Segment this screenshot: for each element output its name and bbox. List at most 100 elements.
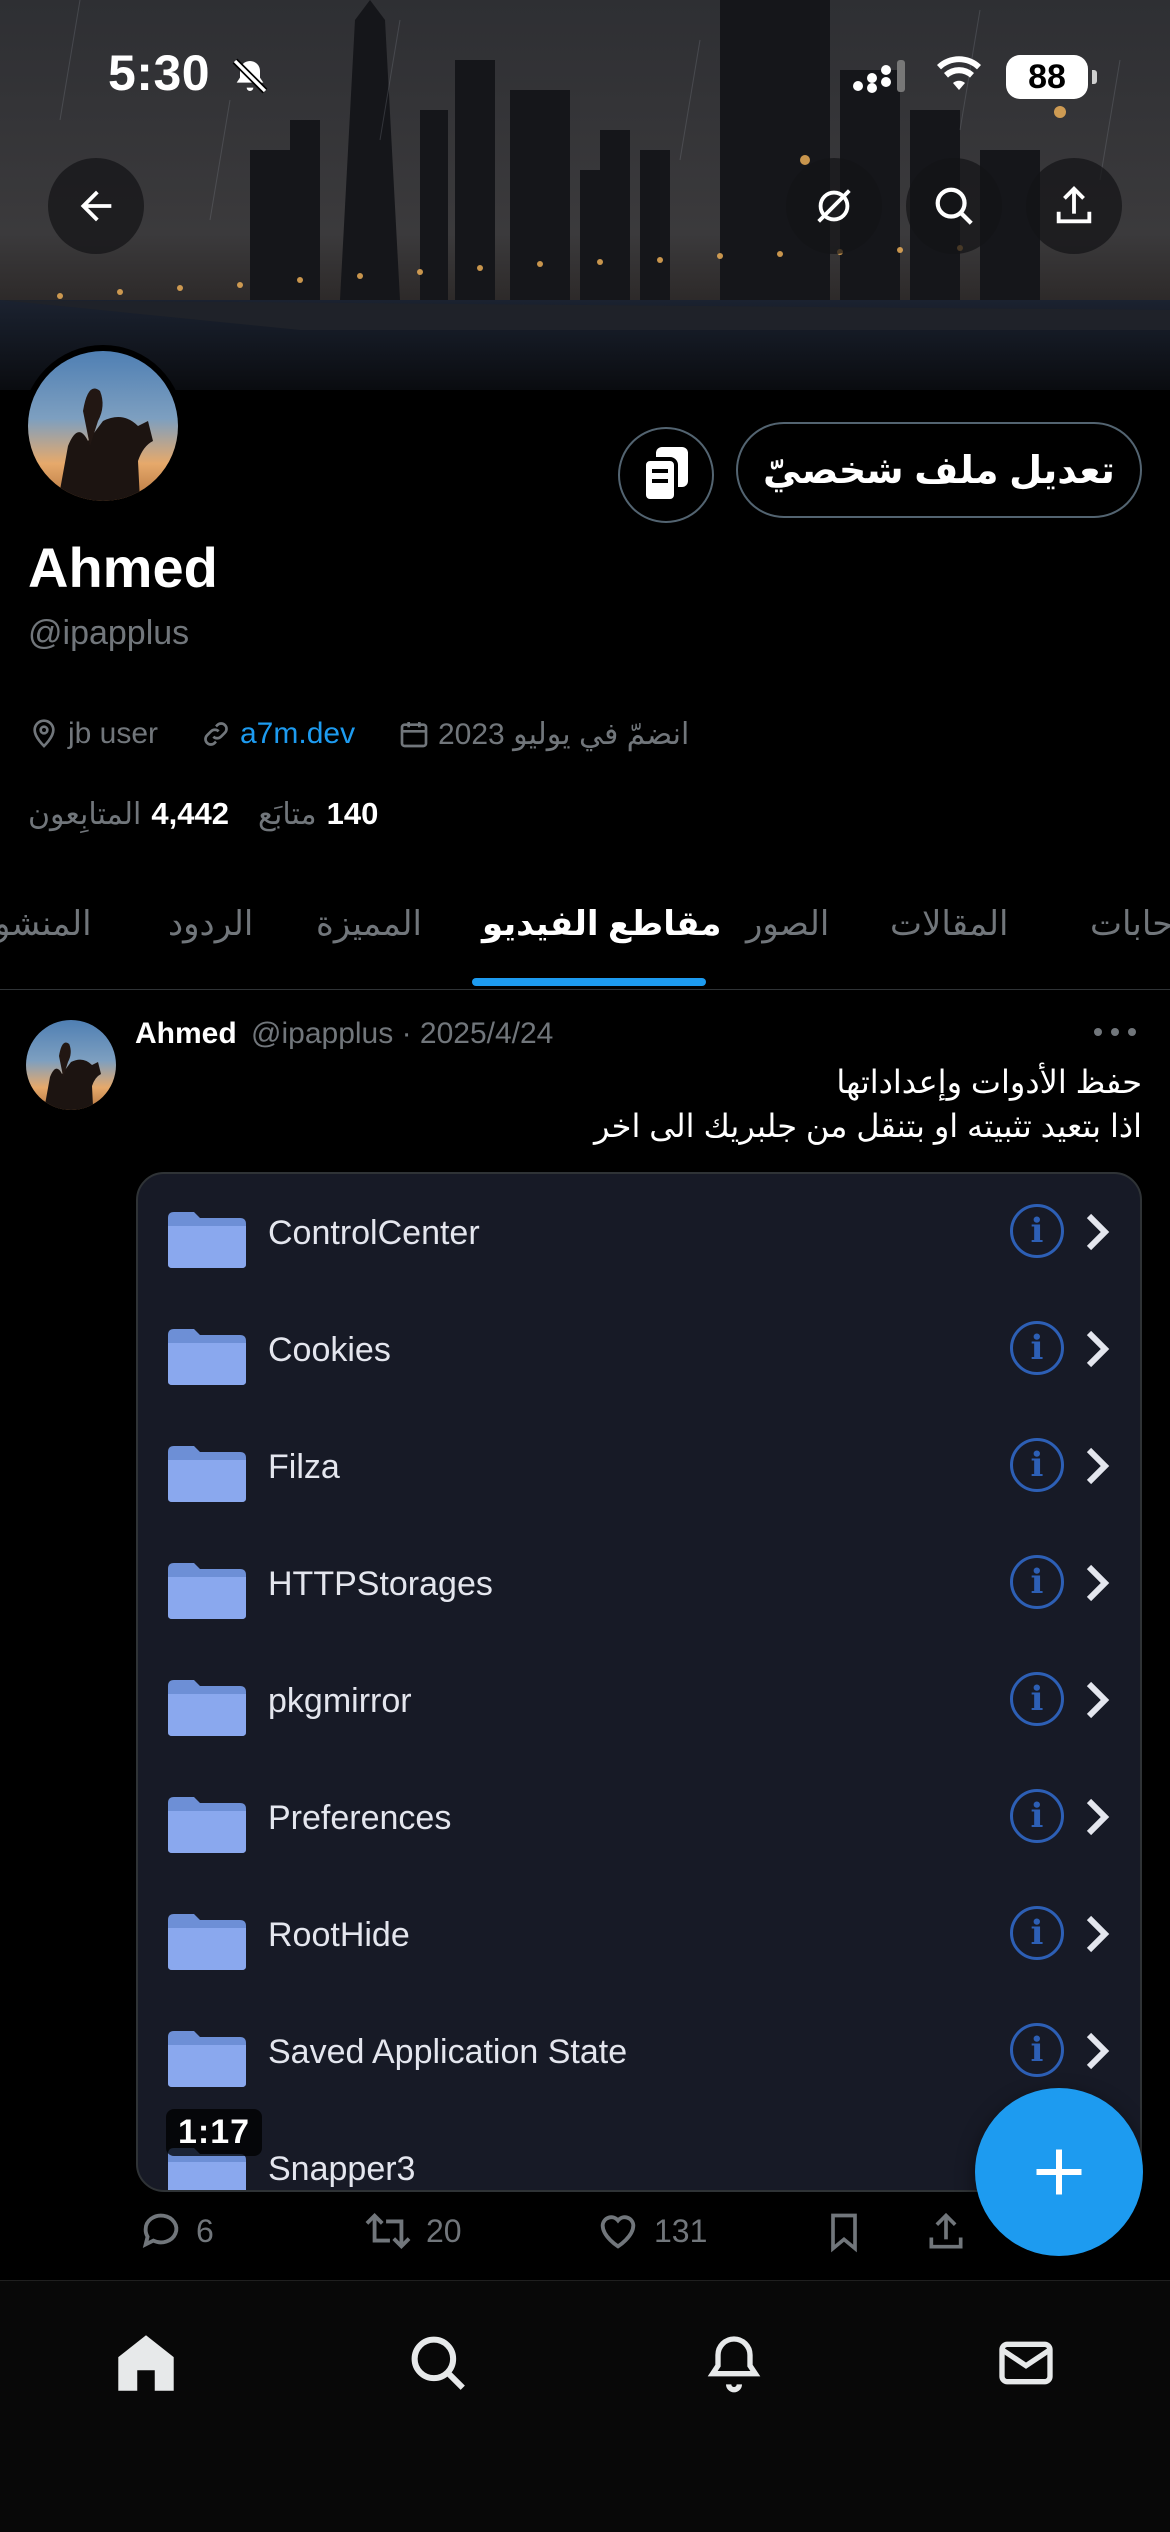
- website[interactable]: a7m.dev: [200, 712, 355, 756]
- folder-name: Snapper3: [268, 2150, 416, 2188]
- info-icon: i: [1010, 1321, 1064, 1375]
- tweet-video[interactable]: ControlCenter i Cookies i Filza i HTTPStorages…: [136, 1172, 1142, 2192]
- location: jb user: [28, 712, 158, 756]
- tab-photos[interactable]: الصور: [746, 904, 829, 944]
- edit-profile-button[interactable]: تعديل ملف شخصيّ: [736, 422, 1142, 518]
- nav-notifications[interactable]: [694, 2323, 774, 2403]
- folder-icon: [168, 1563, 246, 1619]
- folder-row: pkgmirror i: [138, 1642, 1140, 1759]
- folder-name: Preferences: [268, 1799, 452, 1837]
- folder-icon: [168, 1446, 246, 1502]
- tab-highlights[interactable]: المميزة: [316, 904, 422, 944]
- tab-articles[interactable]: المقالات: [890, 904, 1008, 944]
- share-tweet-button[interactable]: [924, 2208, 980, 2256]
- chevron-right-icon: [1086, 1330, 1110, 1368]
- compose-button[interactable]: [975, 2088, 1143, 2256]
- following-label: متابَع: [258, 797, 317, 831]
- link-icon: [204, 722, 228, 746]
- profile-handle: @ipapplus: [28, 614, 190, 652]
- copy-button[interactable]: [618, 427, 714, 523]
- folder-name: pkgmirror: [268, 1682, 412, 1720]
- bookmark-button[interactable]: [822, 2208, 878, 2256]
- back-button[interactable]: [48, 158, 144, 254]
- folder-name: Saved Application State: [268, 2033, 628, 2071]
- profile-name: Ahmed: [28, 536, 218, 599]
- folder-row: Cookies i: [138, 1291, 1140, 1408]
- calendar-icon: [400, 722, 428, 748]
- battery-indicator: 88: [1006, 55, 1097, 99]
- clipboard-icon: [642, 447, 688, 503]
- nav-home[interactable]: [106, 2323, 186, 2403]
- heart-icon: [600, 2215, 636, 2249]
- info-icon: i: [1010, 1906, 1064, 1960]
- grok-icon: [817, 189, 851, 223]
- followers-link[interactable]: المتابِعون 4,442: [28, 796, 237, 832]
- more-options-icon[interactable]: [1090, 1022, 1140, 1042]
- nav-messages[interactable]: [986, 2323, 1066, 2403]
- like-count: 131: [654, 2212, 708, 2249]
- search-icon: [411, 2336, 465, 2390]
- grok-button[interactable]: [786, 158, 882, 254]
- retweet-icon: [365, 2212, 411, 2250]
- wifi-icon: [937, 56, 981, 90]
- followers-label: المتابِعون: [28, 797, 142, 831]
- folder-icon: [168, 1914, 246, 1970]
- reply-button[interactable]: 6: [138, 2208, 214, 2254]
- joined-text: انضمّ في يوليو 2023: [438, 717, 690, 751]
- folder-icon: [168, 1797, 246, 1853]
- bottom-navigation: [0, 2280, 1170, 2532]
- status-time: 5:30: [108, 45, 211, 101]
- profile-avatar[interactable]: [22, 345, 184, 507]
- followers-count: 4,442: [151, 796, 229, 831]
- folder-icon: [168, 1212, 246, 1268]
- like-button[interactable]: 131: [594, 2208, 707, 2254]
- tweet-text-line2: اذا بتعيد تثبيته او بتنقل من جلبريك الى …: [594, 1108, 1142, 1144]
- folder-name: RootHide: [268, 1916, 410, 1954]
- cellular-signal-icon: [853, 60, 905, 93]
- bell-icon: [707, 2336, 761, 2393]
- info-icon: i: [1010, 1672, 1064, 1726]
- chevron-right-icon: [1086, 1798, 1110, 1836]
- search-button[interactable]: [906, 158, 1002, 254]
- video-duration: 1:17: [166, 2109, 263, 2156]
- website-link[interactable]: a7m.dev: [240, 717, 355, 751]
- folder-row: RootHide i: [138, 1876, 1140, 1993]
- folder-icon: [168, 2031, 246, 2087]
- tab-likes[interactable]: حابات: [1090, 904, 1170, 944]
- tweet-header: Ahmed @ipapplus · 2025/4/24: [135, 1017, 553, 1051]
- chevron-right-icon: [1086, 1564, 1110, 1602]
- arrow-left-icon: [80, 190, 112, 222]
- location-text: jb user: [68, 717, 159, 750]
- tab-videos[interactable]: مقاطع الفيديو: [482, 904, 721, 944]
- chevron-right-icon: [1086, 1213, 1110, 1251]
- chevron-right-icon: [1086, 1915, 1110, 1953]
- mail-icon: [999, 2341, 1053, 2385]
- bookmark-icon: [831, 2213, 857, 2253]
- folder-row: Saved Application State i: [138, 1993, 1140, 2110]
- info-icon: i: [1010, 1204, 1064, 1258]
- tweet-handle-date: @ipapplus · 2025/4/24: [251, 1017, 554, 1050]
- share-button[interactable]: [1026, 158, 1122, 254]
- folder-name: Filza: [268, 1448, 340, 1486]
- following-count: 140: [326, 796, 379, 831]
- folder-row: Preferences i: [138, 1759, 1140, 1876]
- location-pin-icon: [33, 719, 55, 748]
- folder-row: HTTPStorages i: [138, 1525, 1140, 1642]
- chevron-right-icon: [1086, 1681, 1110, 1719]
- tab-posts[interactable]: المنشو: [0, 904, 92, 944]
- folder-row: Filza i: [138, 1408, 1140, 1525]
- folder-name: Cookies: [268, 1331, 391, 1369]
- retweet-button[interactable]: 20: [362, 2208, 462, 2254]
- active-tab-indicator: [472, 978, 706, 986]
- nav-search[interactable]: [398, 2323, 478, 2403]
- tweet-avatar[interactable]: [26, 1020, 116, 1110]
- folder-row: ControlCenter i: [138, 1174, 1140, 1291]
- tweet-text-line1: حفظ الأدوات وإعداداتها: [836, 1064, 1142, 1100]
- share-icon: [1056, 186, 1092, 224]
- following-link[interactable]: متابَع 140: [258, 796, 386, 832]
- info-icon: i: [1010, 1789, 1064, 1843]
- tab-replies[interactable]: الردود: [168, 904, 253, 944]
- chevron-right-icon: [1086, 2032, 1110, 2070]
- tweet-author[interactable]: Ahmed: [135, 1017, 237, 1050]
- info-icon: i: [1010, 1438, 1064, 1492]
